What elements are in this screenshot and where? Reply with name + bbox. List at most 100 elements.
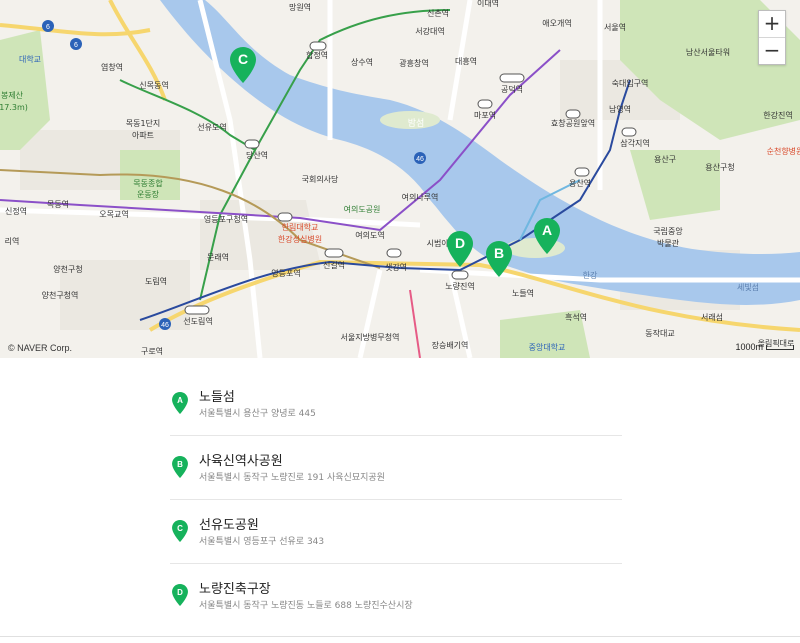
map-marker-b[interactable]: B — [486, 241, 512, 277]
place-label: 남산서울타워 — [686, 47, 730, 57]
highway-label: 46 — [161, 322, 169, 329]
place-label: 양천구청 — [53, 264, 82, 274]
place-label: 광흥창역 — [399, 58, 428, 68]
marker-letter: A — [541, 222, 553, 238]
map-view[interactable]: 6 6 46 46 망원역 신촌역 이대역 애오개역 서울역 서강대역 합정역 … — [0, 0, 800, 358]
place-address: 서울특별시 동작구 노량진로 191 사육신묘지공원 — [199, 473, 385, 483]
marker-letter: D — [454, 235, 466, 251]
place-label: 밤섬 — [408, 118, 425, 129]
place-label: 숙대입구역 — [612, 78, 649, 88]
place-label: 남영역 — [609, 104, 631, 114]
place-label: 삼각지역 — [620, 138, 649, 148]
place-label: 용산역 — [569, 178, 591, 188]
place-label: 영등포역 — [271, 268, 300, 278]
place-label: 흑석역 — [565, 312, 587, 322]
place-label: 신촌역 — [427, 8, 449, 18]
place-label: 중앙대학교 — [529, 342, 566, 352]
place-label: 서래섬 — [701, 312, 723, 322]
place-label: 아파트 — [132, 130, 154, 140]
marker-letter: B — [177, 460, 183, 469]
place-label: 서강대역 — [415, 26, 444, 36]
result-list: A 노들섬 서울특별시 용산구 양녕로 445 B 사육신역사공원 서울특별시 … — [170, 372, 622, 627]
zoom-control: + − — [758, 10, 786, 65]
place-address: 서울특별시 용산구 양녕로 445 — [199, 409, 316, 419]
place-label: 영등포구청역 — [204, 214, 248, 224]
highway-label: 6 — [46, 24, 50, 31]
place-label: 상수역 — [351, 57, 373, 67]
place-label: 한강성심병원 — [278, 234, 322, 244]
place-name[interactable]: 노량진축구장 — [199, 578, 271, 597]
divider — [0, 636, 800, 637]
place-label: 합정역 — [306, 50, 328, 60]
marker-pin-icon: D — [172, 584, 188, 606]
zoom-out-button[interactable]: − — [759, 37, 785, 64]
map-scale: 1000m — [735, 342, 794, 352]
place-label: 순천향병원 — [767, 146, 800, 156]
place-label: 망원역 — [289, 2, 311, 12]
map-canvas[interactable]: 6 6 46 46 망원역 신촌역 이대역 애오개역 서울역 서강대역 합정역 … — [0, 0, 800, 358]
highway-label: 6 — [74, 42, 78, 49]
place-address: 서울특별시 영등포구 선유로 343 — [199, 537, 325, 547]
place-label: 애오개역 — [542, 18, 571, 28]
place-label: 봉제산 — [1, 90, 24, 100]
map-copyright: © NAVER Corp. — [8, 343, 72, 353]
place-label: 노들역 — [512, 288, 534, 298]
place-label: 여의도공원 — [344, 204, 381, 214]
place-label: 목동역 — [47, 199, 69, 209]
place-label: 당산역 — [246, 150, 268, 160]
place-label: 장승배기역 — [432, 340, 469, 350]
place-label: 국립중앙 — [653, 226, 683, 236]
place-label: 신정역 — [5, 206, 27, 216]
zoom-in-button[interactable]: + — [759, 11, 785, 37]
place-label: 리역 — [5, 236, 20, 246]
marker-letter: C — [177, 524, 183, 533]
place-label: (17.3m) — [0, 103, 28, 112]
place-label: 서울역 — [604, 22, 626, 32]
scale-label: 1000m — [735, 342, 763, 352]
map-marker-c[interactable]: C — [230, 47, 256, 83]
place-label: 구로역 — [141, 346, 163, 356]
place-label: 효창공원앞역 — [551, 118, 595, 128]
place-label: 목동종합 — [133, 179, 163, 188]
place-address: 서울특별시 동작구 노량진동 노들로 688 노량진수산시장 — [199, 601, 413, 611]
place-label: 여의나루역 — [402, 192, 439, 202]
place-label: 문래역 — [207, 252, 229, 262]
place-name[interactable]: 사육신역사공원 — [199, 450, 283, 469]
place-label: 세빛섬 — [737, 282, 759, 292]
map-marker-d[interactable]: D — [447, 231, 473, 267]
place-label: 노량진역 — [445, 281, 474, 291]
place-label: 운동장 — [137, 189, 160, 199]
place-label: 공덕역 — [501, 84, 523, 94]
marker-pin-icon: B — [172, 456, 188, 478]
place-name[interactable]: 노들섬 — [199, 386, 235, 405]
highway-label: 46 — [416, 156, 424, 163]
list-item[interactable]: B 사육신역사공원 서울특별시 동작구 노량진로 191 사육신묘지공원 — [170, 436, 622, 500]
list-item[interactable]: A 노들섬 서울특별시 용산구 양녕로 445 — [170, 372, 622, 436]
marker-letter: A — [177, 396, 183, 405]
place-label: 염창역 — [101, 62, 123, 72]
list-item[interactable]: C 선유도공원 서울특별시 영등포구 선유로 343 — [170, 500, 622, 564]
marker-letter: B — [493, 245, 505, 261]
place-label: 용산구청 — [705, 162, 734, 172]
place-label: 목동1단지 — [126, 118, 161, 128]
place-label: 국회의사당 — [302, 174, 339, 184]
marker-letter: D — [177, 588, 183, 597]
place-label: 서울지방병무청역 — [341, 332, 400, 342]
place-label: 양천구청역 — [42, 290, 79, 300]
place-label: 마포역 — [474, 110, 496, 120]
place-label: 대흥역 — [455, 56, 477, 66]
place-label: 용산구 — [654, 154, 676, 164]
place-label: 한림대학교 — [282, 222, 319, 232]
marker-pin-icon: A — [172, 392, 188, 414]
list-item[interactable]: D 노량진축구장 서울특별시 동작구 노량진동 노들로 688 노량진수산시장 — [170, 564, 622, 627]
place-label: 신길역 — [323, 260, 345, 270]
map-marker-a[interactable]: A — [534, 218, 560, 254]
place-label: 한강 — [583, 270, 598, 280]
place-name[interactable]: 선유도공원 — [199, 514, 259, 533]
place-label: 선도림역 — [183, 316, 212, 326]
place-label: 오목교역 — [99, 209, 128, 219]
place-label: 선유도역 — [197, 122, 226, 132]
place-label: 박물관 — [657, 238, 680, 248]
marker-letter: C — [237, 51, 249, 67]
scale-bar — [766, 345, 794, 351]
